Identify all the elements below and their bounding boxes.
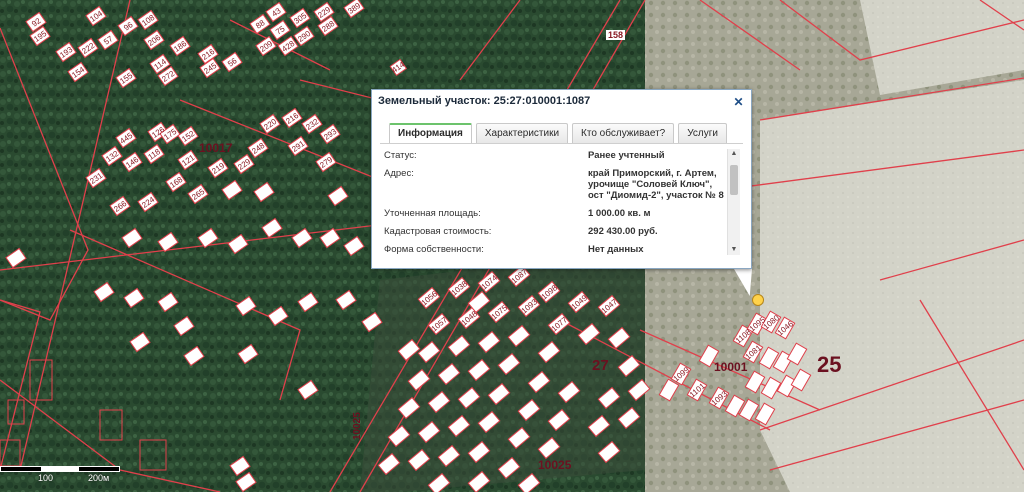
road-label: 158: [606, 30, 626, 40]
tab-who-serves[interactable]: Кто обслуживает?: [572, 123, 675, 143]
tab-divider: [380, 143, 743, 144]
close-icon[interactable]: ✕: [732, 96, 745, 109]
info-row-address: Адрес: край Приморский, г. Артем, урочищ…: [384, 168, 730, 201]
road-label: 10025: [352, 412, 363, 440]
quarter-label: 10025: [538, 458, 572, 472]
scale-label: 200м: [88, 473, 110, 483]
agricultural-field: [760, 80, 1024, 492]
info-value: край Приморский, г. Артем, урочище "Соло…: [588, 168, 724, 201]
scale-bar-graphic: [0, 466, 120, 472]
info-value: Нет данных: [588, 244, 644, 255]
info-row-ownership: Форма собственности: Нет данных: [384, 244, 730, 255]
tab-info[interactable]: Информация: [389, 123, 472, 144]
tab-services[interactable]: Услуги: [678, 123, 727, 143]
quarter-label: 25: [817, 352, 842, 377]
quarter-label: 27: [592, 357, 609, 374]
info-row-area: Уточненная площадь: 1 000.00 кв. м: [384, 208, 730, 219]
scale-label: 100: [38, 473, 54, 483]
scroll-up-icon[interactable]: ▲: [728, 149, 740, 159]
popup-title: Земельный участок: 25:27:010001:1087: [378, 95, 591, 107]
info-key: Форма собственности:: [384, 244, 484, 255]
info-scrollbar[interactable]: ▲ ▼: [727, 149, 740, 255]
quarter-label: 10001: [714, 360, 748, 374]
parcel-marker-icon[interactable]: [752, 294, 764, 306]
scrollbar-thumb[interactable]: [730, 165, 738, 195]
info-row-status: Статус: Ранее учтенный: [384, 150, 730, 161]
info-value: 292 430.00 руб.: [588, 226, 658, 237]
info-key: Статус:: [384, 150, 417, 161]
info-row-cadastral-value: Кадастровая стоимость: 292 430.00 руб.: [384, 226, 730, 237]
quarter-label: 10017: [199, 141, 233, 155]
parcel-info-popup: Земельный участок: 25:27:010001:1087 ✕ И…: [371, 89, 752, 269]
info-key: Адрес:: [384, 168, 414, 179]
info-key: Кадастровая стоимость:: [384, 226, 492, 237]
scroll-down-icon[interactable]: ▼: [728, 245, 740, 255]
info-table: Статус: Ранее учтенный Адрес: край Примо…: [384, 150, 730, 255]
tab-characteristics[interactable]: Характеристики: [475, 123, 569, 143]
popup-tabs: Информация Характеристики Кто обслуживае…: [389, 123, 727, 144]
info-value: 1 000.00 кв. м: [588, 208, 651, 219]
info-key: Уточненная площадь:: [384, 208, 481, 219]
info-value: Ранее учтенный: [588, 150, 665, 161]
